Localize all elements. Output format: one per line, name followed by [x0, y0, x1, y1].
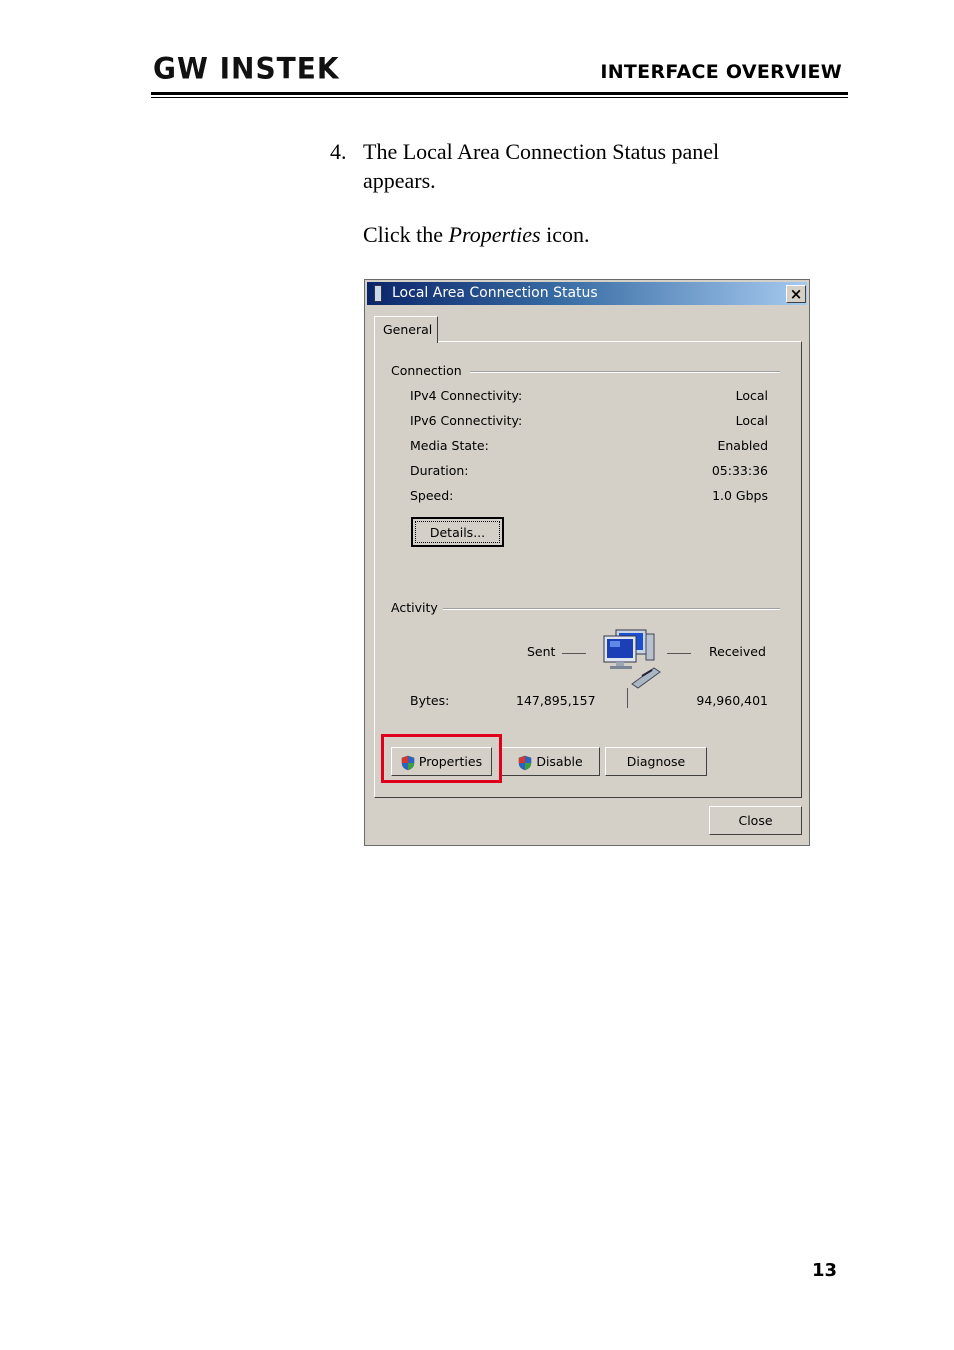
activity-divider	[443, 608, 780, 610]
close-icon[interactable]: ×	[786, 285, 806, 303]
speed-value: 1.0 Gbps	[712, 488, 768, 503]
received-label: Received	[709, 644, 766, 659]
ipv6-value: Local	[735, 413, 768, 428]
gw-instek-logo: GW INSTEK	[153, 51, 340, 86]
dialog-title: Local Area Connection Status	[392, 285, 598, 301]
properties-highlight-box	[381, 734, 502, 783]
instruction-suffix: icon.	[540, 222, 590, 247]
sent-line	[562, 653, 586, 654]
title-bar[interactable]: Local Area Connection Status ×	[367, 282, 807, 305]
general-panel: Connection IPv4 Connectivity: Local IPv6…	[374, 341, 802, 798]
header-rule	[151, 92, 848, 95]
bytes-received-value: 94,960,401	[696, 693, 768, 708]
media-state-label: Media State:	[410, 438, 489, 453]
tab-general[interactable]: General	[374, 316, 438, 343]
step-number: 4.	[330, 139, 347, 164]
disable-button-label: Disable	[536, 754, 583, 769]
diagnose-button-label: Diagnose	[626, 754, 686, 769]
close-button[interactable]: Close	[709, 806, 802, 835]
ipv4-value: Local	[735, 388, 768, 403]
bytes-sent-value: 147,895,157	[516, 693, 596, 708]
disable-button[interactable]: Disable	[501, 747, 600, 776]
step-instruction: Click the Properties icon.	[363, 220, 590, 249]
connection-group-label: Connection	[391, 363, 462, 378]
step-text: The Local Area Connection Status panel a…	[363, 139, 720, 193]
network-adapter-icon	[374, 285, 382, 302]
details-button-label: Details...	[415, 521, 500, 543]
ipv6-label: IPv6 Connectivity:	[410, 413, 523, 428]
diagnose-button[interactable]: Diagnose	[605, 747, 707, 776]
close-button-label: Close	[738, 813, 773, 828]
uac-shield-icon	[519, 755, 532, 770]
received-line	[667, 653, 691, 654]
ipv4-label: IPv4 Connectivity:	[410, 388, 523, 403]
details-button[interactable]: Details...	[411, 517, 504, 547]
network-computers-icon	[603, 629, 661, 689]
bytes-label: Bytes:	[410, 693, 450, 708]
instruction-prefix: Click the	[363, 222, 449, 247]
tab-general-label: General	[383, 322, 433, 337]
instruction-emphasis: Properties	[448, 222, 541, 247]
media-state-value: Enabled	[717, 438, 768, 453]
activity-group-label: Activity	[391, 600, 438, 615]
local-area-connection-status-dialog: Local Area Connection Status × General C…	[364, 279, 810, 846]
duration-value: 05:33:36	[711, 463, 768, 478]
speed-label: Speed:	[410, 488, 454, 503]
page-number: 13	[812, 1260, 838, 1281]
section-title: INTERFACE OVERVIEW	[600, 61, 842, 83]
duration-label: Duration:	[410, 463, 469, 478]
connection-divider	[470, 371, 780, 373]
sent-label: Sent	[527, 644, 556, 659]
header-rule-thin	[151, 97, 848, 98]
bytes-separator	[627, 688, 628, 708]
